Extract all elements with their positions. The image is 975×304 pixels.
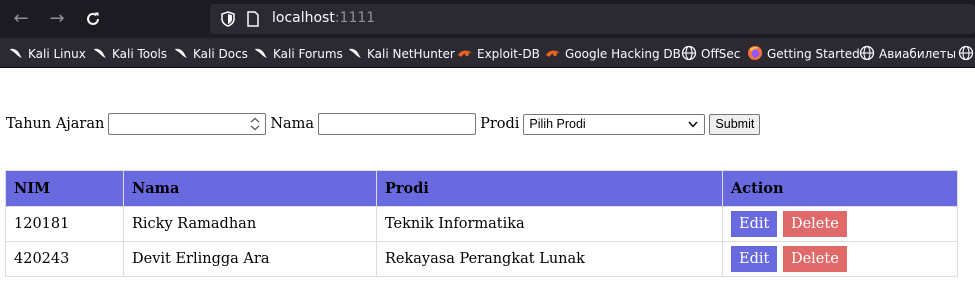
- cell-nim: 420243: [5, 241, 124, 277]
- nama-label: Nama: [270, 116, 315, 132]
- delete-button[interactable]: Delete: [782, 246, 847, 272]
- shield-icon[interactable]: [220, 11, 236, 27]
- table-row: 420243 Devit Erlingga Ara Rekayasa Peran…: [5, 241, 958, 277]
- table-header-row: NIM Nama Prodi Action: [5, 170, 958, 207]
- prodi-selected-value: Pilih Prodi: [529, 116, 586, 131]
- url-host: localhost: [272, 10, 335, 26]
- globe-icon: [958, 45, 974, 61]
- kali-dragon-icon: [349, 48, 361, 58]
- bookmark-kali-linux[interactable]: Kali Linux: [8, 45, 86, 63]
- forward-arrow-icon[interactable]: →: [46, 8, 68, 30]
- bookmark-label: Getting Started: [767, 47, 860, 61]
- bookmark-overflow[interactable]: [958, 45, 975, 63]
- kali-dragon-icon: [94, 48, 106, 58]
- bookmark-label: OffSec: [701, 47, 741, 61]
- globe-icon: [681, 45, 697, 61]
- prodi-select[interactable]: Pilih Prodi: [523, 113, 706, 135]
- back-arrow-icon[interactable]: ←: [10, 8, 32, 30]
- delete-button[interactable]: Delete: [782, 211, 847, 237]
- spinner-icon[interactable]: [249, 117, 261, 131]
- table-row: 120181 Ricky Ramadhan Teknik Informatika…: [5, 206, 958, 242]
- bookmark-label: Kali NetHunter: [367, 47, 455, 61]
- column-header-action: Action: [722, 170, 958, 207]
- bookmark-google-hacking-db[interactable]: Google Hacking DB: [545, 45, 681, 63]
- filter-form: Tahun Ajaran Nama Prodi Pilih Prodi Subm…: [6, 112, 761, 136]
- bookmark-label: Kali Forums: [273, 47, 343, 61]
- browser-toolbar: ← → localhost:1111: [0, 0, 975, 38]
- cell-action: Edit Delete: [722, 241, 958, 277]
- edit-button[interactable]: Edit: [731, 246, 778, 272]
- globe-icon: [859, 45, 875, 61]
- exploit-db-icon: [458, 50, 472, 57]
- cell-nama: Devit Erlingga Ara: [123, 241, 377, 277]
- submit-button[interactable]: Submit: [709, 113, 761, 135]
- exploit-db-icon: [546, 50, 560, 57]
- cell-action: Edit Delete: [722, 206, 958, 242]
- column-header-prodi: Prodi: [376, 170, 723, 207]
- bookmark-label: Kali Linux: [28, 47, 86, 61]
- url-port: :1111: [334, 10, 376, 26]
- bookmark-kali-nethunter[interactable]: Kali NetHunter: [347, 45, 455, 63]
- bookmark-getting-started[interactable]: Getting Started: [747, 45, 860, 63]
- cell-nim: 120181: [5, 206, 124, 242]
- bookmarks-bar: Kali Linux Kali Tools Kali Docs Kali For…: [0, 38, 975, 68]
- bookmark-kali-tools[interactable]: Kali Tools: [92, 45, 167, 63]
- kali-dragon-icon: [255, 48, 267, 58]
- bookmark-aviabilety[interactable]: Авиабилеты: [859, 45, 956, 63]
- address-bar[interactable]: localhost:1111: [210, 4, 975, 34]
- bookmark-exploit-db[interactable]: Exploit-DB: [457, 45, 540, 63]
- tahun-ajaran-label: Tahun Ajaran: [6, 116, 105, 132]
- tahun-ajaran-input[interactable]: [108, 113, 267, 135]
- cell-prodi: Teknik Informatika: [376, 206, 723, 242]
- cell-nama: Ricky Ramadhan: [123, 206, 377, 242]
- reload-icon[interactable]: [82, 8, 104, 30]
- column-header-nama: Nama: [123, 170, 377, 207]
- cell-prodi: Rekayasa Perangkat Lunak: [376, 241, 723, 277]
- firefox-icon: [748, 46, 762, 60]
- column-header-nim: NIM: [5, 170, 124, 207]
- nama-input[interactable]: [318, 113, 477, 135]
- bookmark-label: Авиабилеты: [879, 47, 957, 61]
- kali-dragon-icon: [175, 48, 187, 58]
- bookmark-label: Exploit-DB: [477, 47, 540, 61]
- bookmark-label: Kali Docs: [193, 47, 248, 61]
- bookmark-kali-docs[interactable]: Kali Docs: [173, 45, 248, 63]
- bookmark-label: Google Hacking DB: [565, 47, 681, 61]
- edit-button[interactable]: Edit: [731, 211, 778, 237]
- bookmark-offsec[interactable]: OffSec: [681, 45, 740, 63]
- student-table: NIM Nama Prodi Action 120181 Ricky Ramad…: [5, 170, 958, 277]
- url-text[interactable]: localhost:1111: [272, 10, 375, 26]
- kali-dragon-icon: [10, 48, 22, 58]
- bookmark-label: Kali Tools: [112, 47, 168, 61]
- chevron-down-icon: [688, 121, 698, 128]
- prodi-label: Prodi: [480, 116, 520, 132]
- bookmark-kali-forums[interactable]: Kali Forums: [253, 45, 343, 63]
- page-icon[interactable]: [246, 11, 260, 27]
